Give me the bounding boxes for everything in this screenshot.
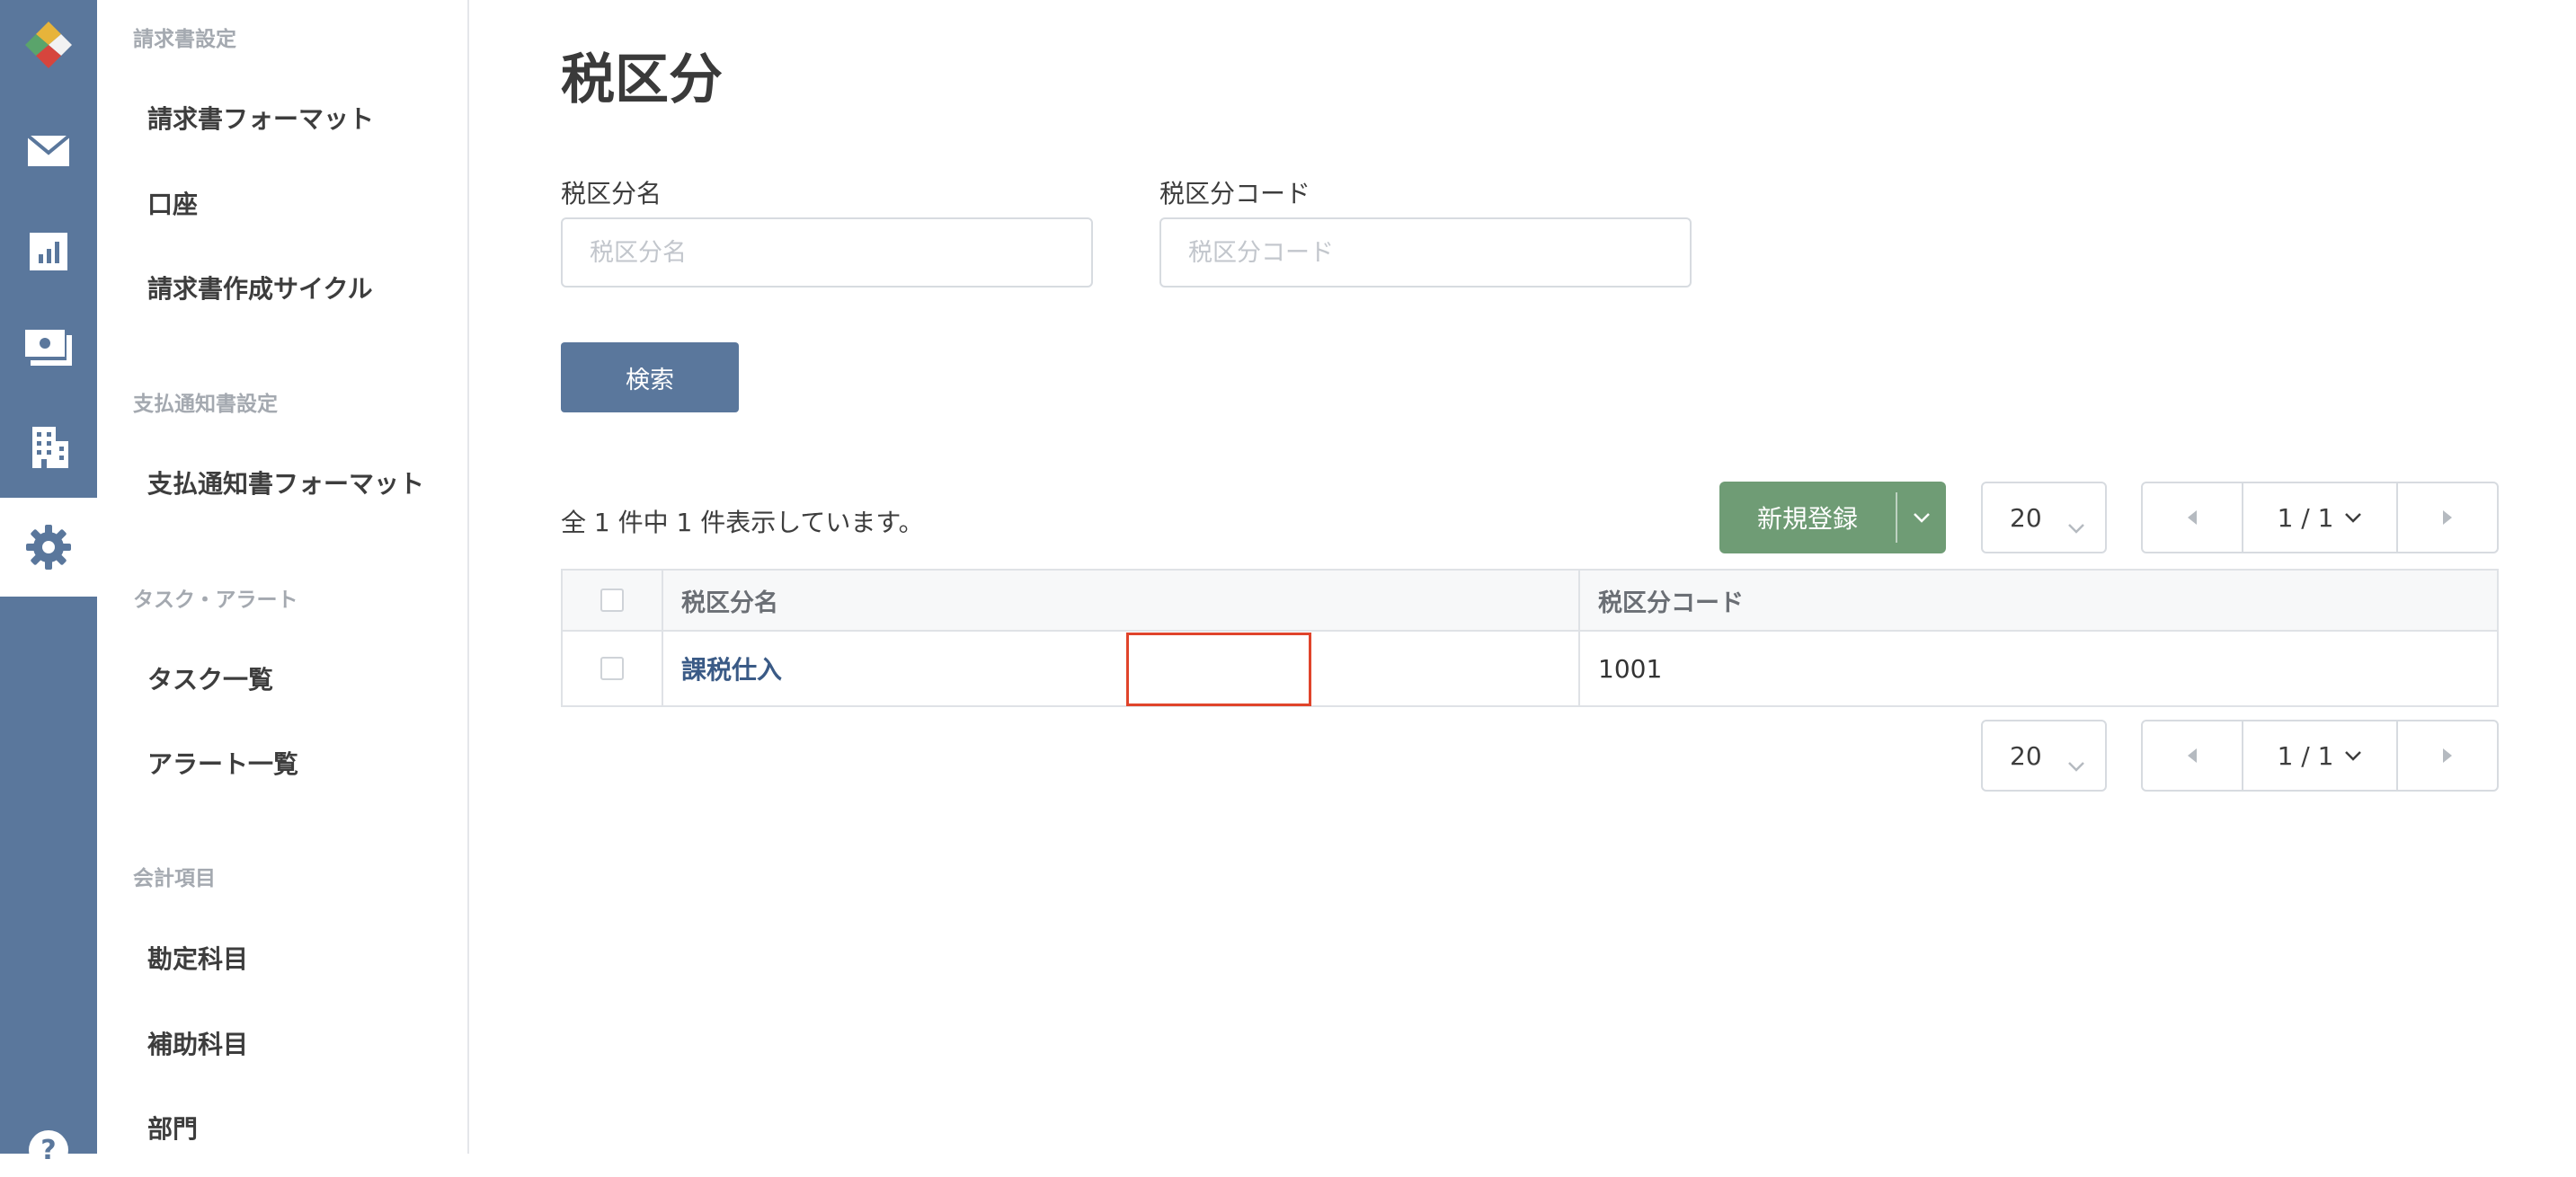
tax-name-label: 税区分名 <box>561 179 662 208</box>
gear-icon[interactable] <box>22 520 76 574</box>
page-select[interactable]: 1 / 1 <box>2242 483 2398 552</box>
page-indicator: 1 / 1 <box>2277 740 2334 771</box>
main-content: 税区分 税区分名 税区分コード 検索 全 1 件中 1 件表示しています。 新規… <box>469 0 2576 1154</box>
sidebar-section-title: 請求書設定 <box>133 28 236 51</box>
select-all-checkbox[interactable] <box>600 588 624 612</box>
settings-sidebar: 請求書設定 請求書フォーマット 口座 請求書作成サイクル 支払通知書設定 支払通… <box>97 0 469 1154</box>
svg-text:?: ? <box>40 1135 56 1166</box>
tax-name-link[interactable]: 課税仕入 <box>681 650 782 686</box>
building-icon[interactable] <box>22 420 76 474</box>
next-page-icon[interactable] <box>2398 721 2497 790</box>
tax-code-label: 税区分コード <box>1159 179 1311 208</box>
tax-code-cell: 1001 <box>1598 653 1663 684</box>
new-register-label: 新規登録 <box>1756 504 1858 534</box>
column-header-name[interactable]: 税区分名 <box>663 571 1580 630</box>
sidebar-section-title: 会計項目 <box>133 867 216 890</box>
icon-rail: ? <box>0 0 97 1170</box>
chart-icon[interactable] <box>22 225 76 279</box>
chevron-down-icon <box>2345 513 2362 523</box>
sidebar-item-account-items[interactable]: 勘定科目 <box>147 940 248 976</box>
new-register-button[interactable]: 新規登録 <box>1719 482 1946 553</box>
sidebar-item-alerts[interactable]: アラート一覧 <box>147 745 298 781</box>
sidebar-item-sub-accounts[interactable]: 補助科目 <box>147 1025 248 1061</box>
chevron-down-icon <box>2067 510 2085 540</box>
chevron-down-icon[interactable] <box>1897 512 1946 523</box>
sidebar-item-invoice-format[interactable]: 請求書フォーマット <box>147 100 374 136</box>
payment-icon[interactable] <box>22 322 76 376</box>
sidebar-item-tasks[interactable]: タスク一覧 <box>147 660 273 696</box>
sidebar-section-title: タスク・アラート <box>133 588 298 612</box>
per-page-value: 20 <box>2010 502 2042 533</box>
sidebar-item-account[interactable]: 口座 <box>147 185 198 221</box>
rail-item-settings[interactable] <box>0 498 97 597</box>
per-page-select-bottom[interactable]: 20 <box>1981 720 2107 792</box>
page-select[interactable]: 1 / 1 <box>2242 721 2398 790</box>
prev-page-icon[interactable] <box>2143 721 2242 790</box>
help-icon[interactable]: ? <box>22 1123 76 1177</box>
tax-name-input[interactable] <box>561 217 1093 288</box>
mail-icon[interactable] <box>22 124 76 178</box>
pagination: 1 / 1 <box>2141 482 2499 553</box>
search-button[interactable]: 検索 <box>561 342 739 412</box>
prev-page-icon[interactable] <box>2143 483 2242 552</box>
chevron-down-icon <box>2067 748 2085 778</box>
pagination-bottom: 1 / 1 <box>2141 720 2499 792</box>
page-title: 税区分 <box>561 49 723 111</box>
tax-category-table: 税区分名 税区分コード 課税仕入 1001 <box>561 569 2499 707</box>
per-page-value: 20 <box>2010 740 2042 771</box>
column-header-code[interactable]: 税区分コード <box>1580 571 2497 630</box>
chevron-down-icon <box>2345 751 2362 761</box>
row-checkbox[interactable] <box>600 657 624 680</box>
next-page-icon[interactable] <box>2398 483 2497 552</box>
sidebar-item-invoice-cycle[interactable]: 請求書作成サイクル <box>147 270 373 305</box>
sidebar-item-payment-notice-format[interactable]: 支払通知書フォーマット <box>147 465 424 500</box>
result-count: 全 1 件中 1 件表示しています。 <box>561 508 924 537</box>
sidebar-item-departments[interactable]: 部門 <box>147 1110 198 1146</box>
logo-icon[interactable] <box>20 16 77 74</box>
sidebar-section-title: 支払通知書設定 <box>133 393 278 416</box>
per-page-select[interactable]: 20 <box>1981 482 2107 553</box>
tax-code-input[interactable] <box>1159 217 1692 288</box>
table-row: 課税仕入 1001 <box>563 632 2497 705</box>
table-header: 税区分名 税区分コード <box>563 571 2497 632</box>
page-indicator: 1 / 1 <box>2277 502 2334 533</box>
